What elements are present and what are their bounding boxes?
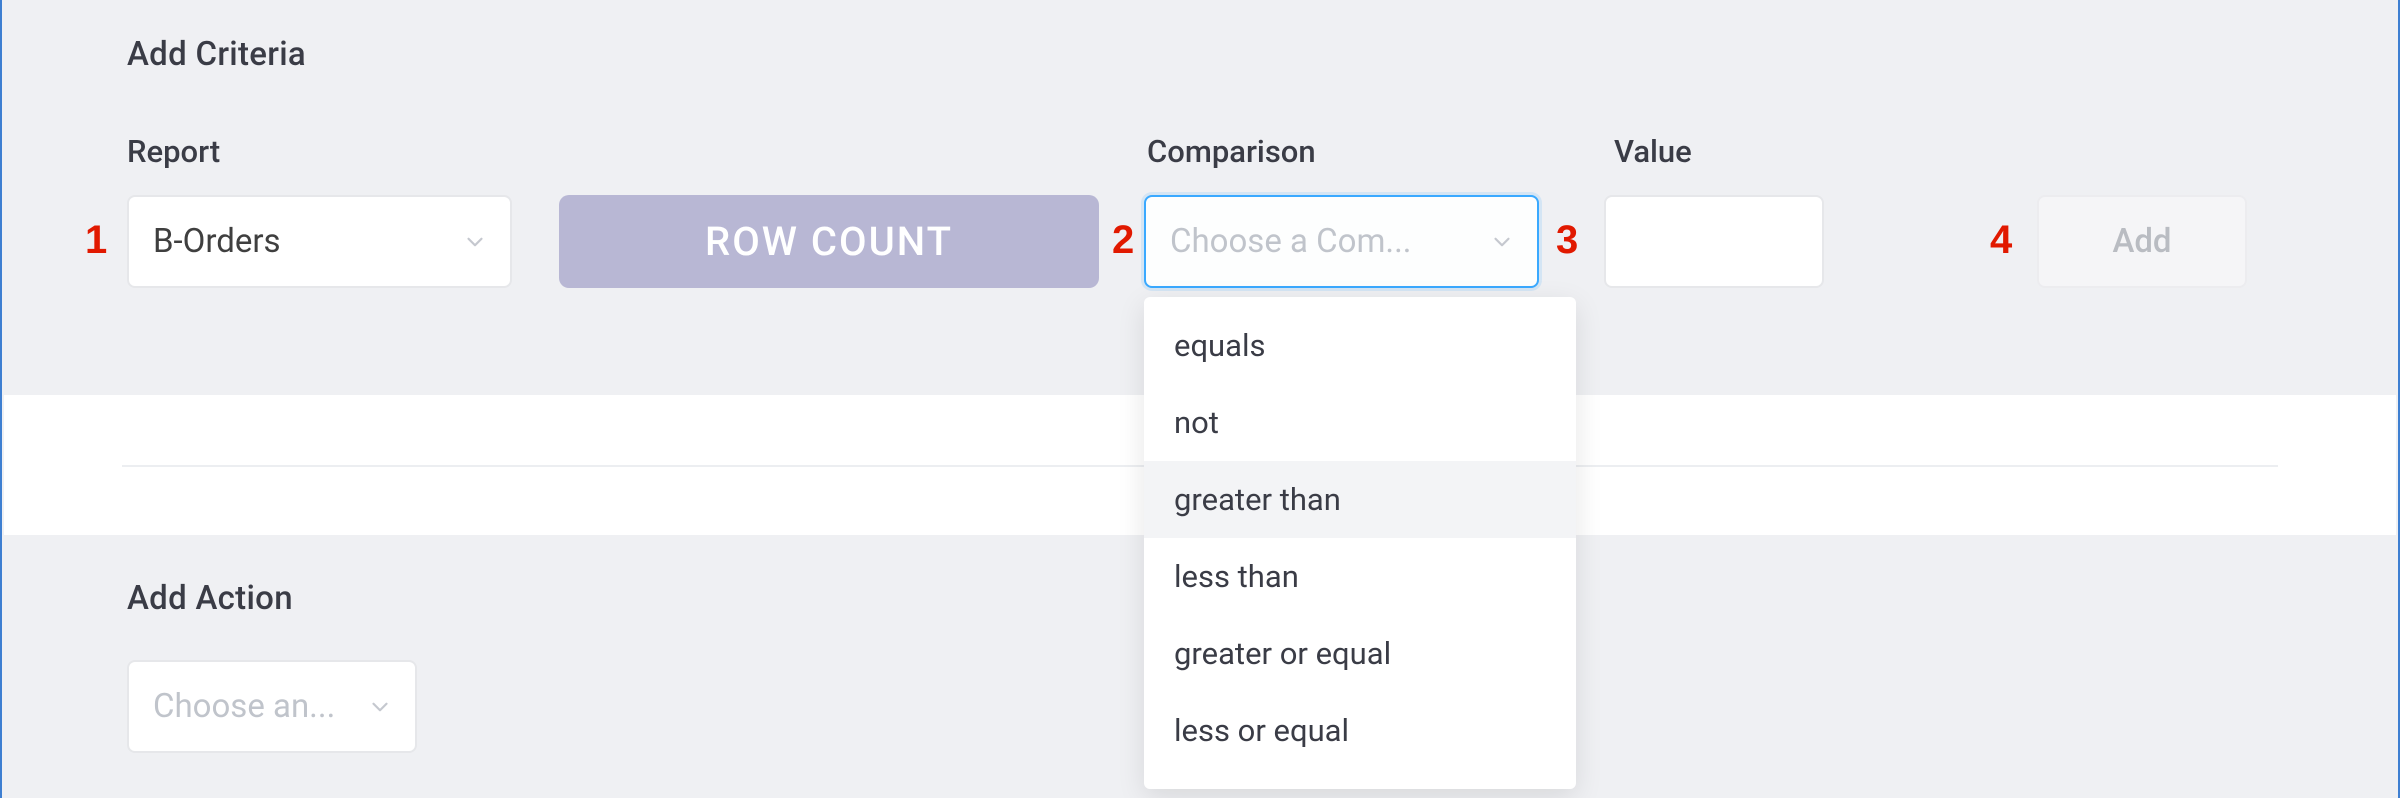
chevron-down-icon (367, 694, 393, 720)
comparison-option[interactable]: equals (1144, 307, 1576, 384)
comparison-option[interactable]: less or equal (1144, 692, 1576, 769)
action-select[interactable]: Choose an... (127, 660, 417, 753)
chevron-down-icon (1489, 229, 1515, 255)
comparison-option[interactable]: greater than (1144, 461, 1576, 538)
action-select-placeholder: Choose an... (153, 687, 335, 726)
add-button[interactable]: Add (2037, 195, 2247, 288)
comparison-dropdown: equalsnotgreater thanless thangreater or… (1144, 297, 1576, 789)
value-input[interactable] (1604, 195, 1824, 288)
callout-2: 2 (1112, 218, 1134, 263)
criteria-panel: Add Criteria Report Comparison Value B-O… (0, 0, 2400, 798)
row-count-label: ROW COUNT (705, 218, 953, 265)
add-button-label: Add (2112, 222, 2171, 261)
add-criteria-title: Add Criteria (127, 35, 306, 74)
add-action-title: Add Action (127, 579, 293, 618)
comparison-option[interactable]: less than (1144, 538, 1576, 615)
report-field-label: Report (127, 133, 220, 170)
chevron-down-icon (462, 229, 488, 255)
value-field-label: Value (1614, 133, 1692, 170)
comparison-option[interactable]: not (1144, 384, 1576, 461)
callout-1: 1 (85, 218, 107, 263)
comparison-select-placeholder: Choose a Com... (1170, 222, 1412, 261)
report-select-value: B-Orders (153, 222, 281, 261)
callout-4: 4 (1990, 218, 2012, 263)
report-select[interactable]: B-Orders (127, 195, 512, 288)
comparison-option[interactable]: greater or equal (1144, 615, 1576, 692)
comparison-select[interactable]: Choose a Com... (1144, 195, 1539, 288)
comparison-field-label: Comparison (1147, 133, 1316, 170)
row-count-badge: ROW COUNT (559, 195, 1099, 288)
callout-3: 3 (1556, 218, 1578, 263)
